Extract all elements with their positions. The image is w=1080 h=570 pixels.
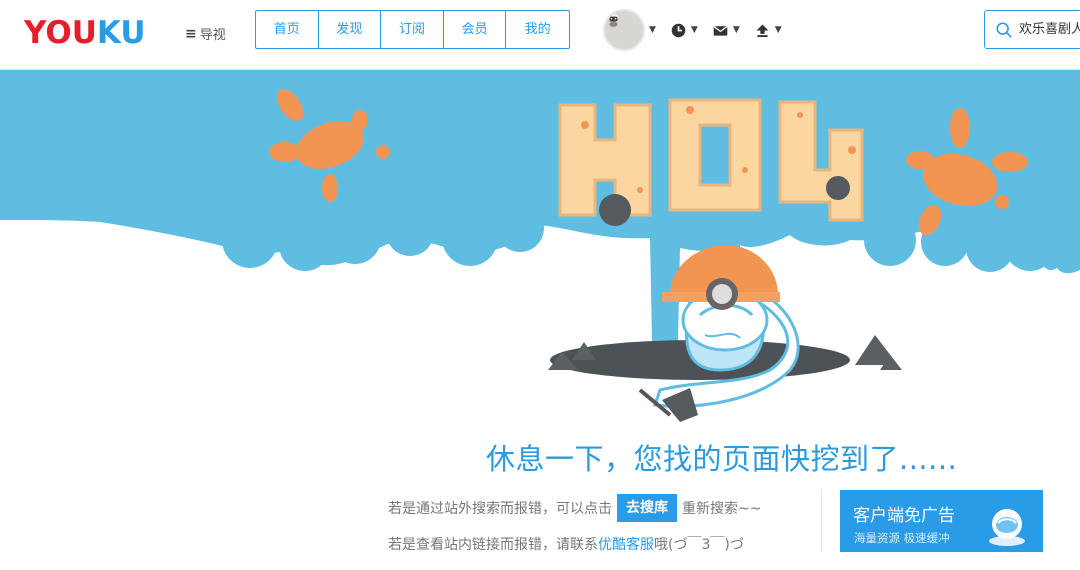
avatar-image-icon xyxy=(605,11,622,28)
nav-tab-discover[interactable]: 发现 xyxy=(319,11,382,48)
guide-label: 导视 xyxy=(199,28,226,43)
search-icon xyxy=(996,21,1012,38)
chevron-down-icon: ▼ xyxy=(774,25,782,35)
history-menu[interactable]: ▼ xyxy=(670,22,698,39)
astronaut-mascot-icon xyxy=(989,509,1025,546)
logo-ku: KU xyxy=(96,15,146,51)
logo-you: YOU xyxy=(24,15,97,51)
nav-tab-home[interactable]: 首页 xyxy=(256,11,319,48)
chevron-down-icon: ▼ xyxy=(732,25,740,35)
search-box[interactable] xyxy=(984,10,1080,49)
hint-text-2-suffix: 哦(づ￣3￣)づ xyxy=(654,537,744,553)
top-header: YOU KU ≡ 导视 首页 发现 订阅 会员 我的 ▼ ▼ ▼ ▼ 欢乐喜剧人 xyxy=(0,0,1080,70)
chevron-down-icon: ▼ xyxy=(690,25,698,35)
clock-icon xyxy=(671,23,686,37)
divider xyxy=(821,490,822,552)
avatar-menu[interactable]: ▼ xyxy=(603,9,656,51)
upload-icon xyxy=(756,24,769,37)
search-input[interactable] xyxy=(1019,22,1080,37)
client-promo-title: 客户端免广告 xyxy=(853,506,955,526)
hint-text-1: 若是通过站外搜索而报错，可以点击 xyxy=(388,501,612,517)
nav-tab-mine[interactable]: 我的 xyxy=(506,11,569,48)
mail-icon xyxy=(713,25,728,36)
nav-tab-vip[interactable]: 会员 xyxy=(444,11,507,48)
guide-menu-button[interactable]: ≡ 导视 xyxy=(185,24,226,44)
chevron-down-icon: ▼ xyxy=(649,25,656,35)
main-nav: 首页 发现 订阅 会员 我的 xyxy=(255,10,570,49)
user-toolbar: ▼ ▼ ▼ ▼ xyxy=(603,9,782,51)
menu-icon: ≡ xyxy=(185,25,197,42)
hint-text-1-suffix: 重新搜索~~ xyxy=(682,501,762,517)
error-headline: 休息一下，您找的页面快挖到了...... xyxy=(486,442,958,476)
hint-text-2: 若是查看站内链接而报错，请联系 xyxy=(388,537,598,553)
client-download-banner[interactable]: 客户端免广告 海量资源 极速缓冲 xyxy=(840,490,1043,552)
internal-link-hint: 若是查看站内链接而报错，请联系优酷客服哦(づ￣3￣)づ xyxy=(388,534,744,554)
nav-tab-subscribe[interactable]: 订阅 xyxy=(381,11,444,48)
customer-service-link[interactable]: 优酷客服 xyxy=(598,537,654,553)
upload-menu[interactable]: ▼ xyxy=(754,22,782,39)
error-404-illustration xyxy=(0,70,1080,422)
youku-logo[interactable]: YOU KU xyxy=(24,15,146,51)
go-search-button[interactable]: 去搜库 xyxy=(617,494,677,522)
external-search-hint: 若是通过站外搜索而报错，可以点击 去搜库 重新搜索~~ xyxy=(388,494,761,522)
messages-menu[interactable]: ▼ xyxy=(712,22,740,39)
client-promo-subtitle: 海量资源 极速缓冲 xyxy=(854,531,950,545)
avatar xyxy=(603,9,645,51)
